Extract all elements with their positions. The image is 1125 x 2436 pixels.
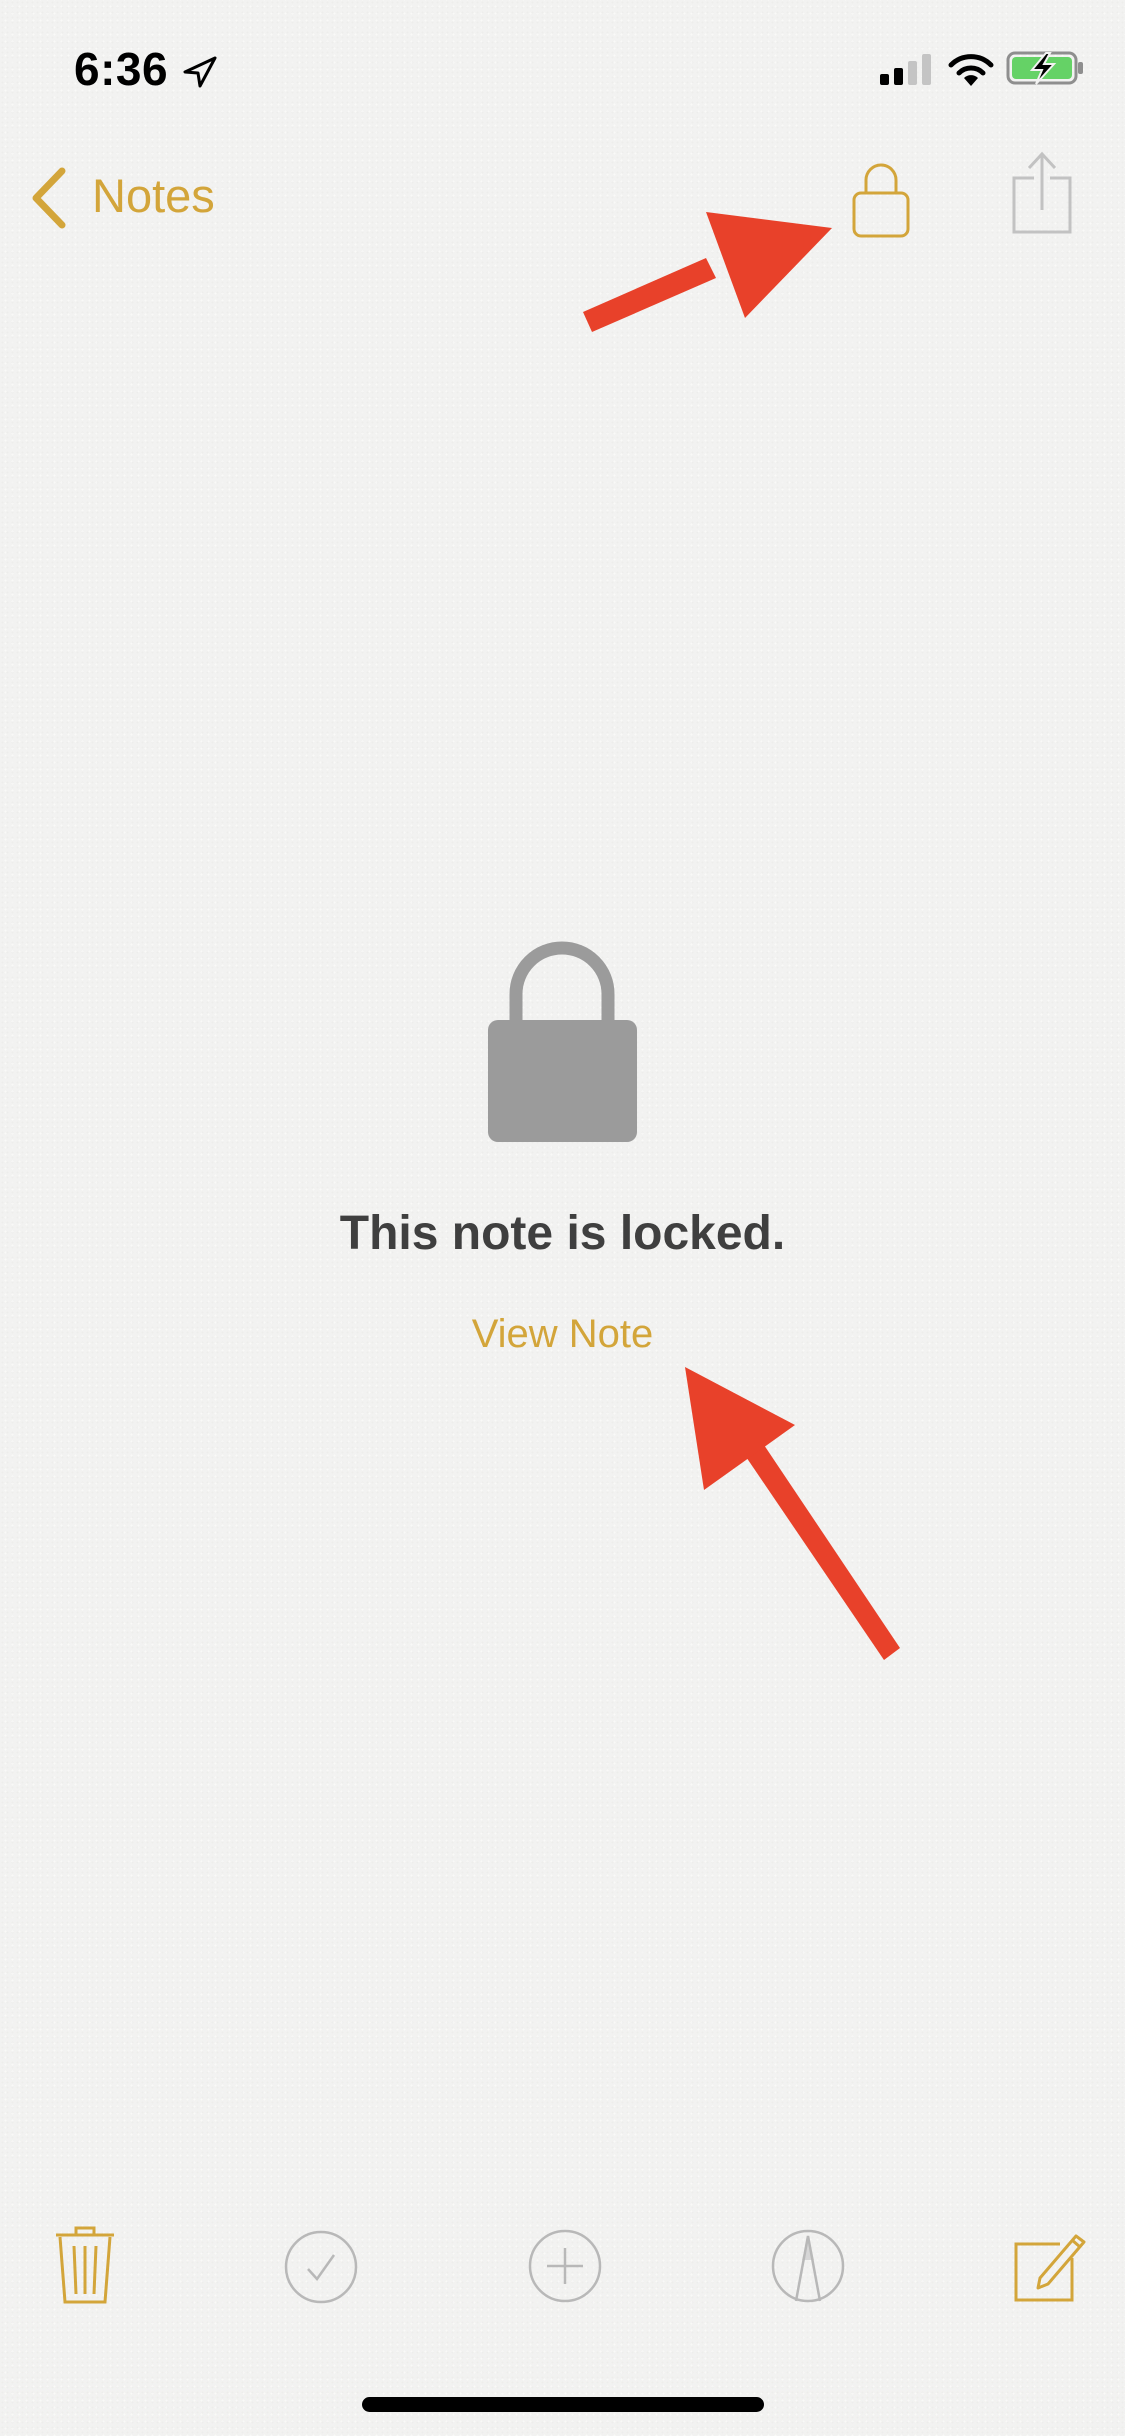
locked-lock-icon [480,940,645,1145]
checkmark-circle-icon [276,2222,366,2312]
delete-button[interactable] [40,2222,130,2312]
sketch-button[interactable] [763,2222,853,2312]
home-indicator[interactable] [362,2397,764,2412]
signal-bar [894,68,903,85]
view-note-link[interactable]: View Note [472,1312,654,1356]
wifi-icon [946,53,996,87]
share-button[interactable] [1000,148,1084,240]
annotation-arrow-to-view-note [685,1367,900,1660]
status-time: 6:36 [74,43,169,95]
compose-button[interactable] [1002,2222,1092,2312]
lock-icon [842,158,920,242]
annotation-arrow-to-lock [583,212,832,332]
back-button[interactable]: Notes [28,158,215,238]
lock-button[interactable] [842,158,920,242]
chevron-left-icon [28,165,92,231]
plus-circle-icon [520,2222,610,2312]
battery-charging-icon [1006,50,1086,86]
location-arrow-icon [183,56,217,88]
trash-icon [40,2222,130,2312]
compose-icon [1002,2222,1092,2312]
checklist-button[interactable] [276,2222,366,2312]
share-icon [1000,148,1084,240]
locked-message: This note is locked. [339,1207,786,1260]
cellular-signal-icon [878,52,934,86]
view-note-container: View Note [0,1310,1125,1358]
signal-bar [922,54,931,85]
back-label: Notes [92,169,215,222]
sketch-pen-icon [763,2222,853,2312]
add-attachment-button[interactable] [520,2222,610,2312]
signal-bar [908,61,917,85]
signal-bar [880,74,889,85]
